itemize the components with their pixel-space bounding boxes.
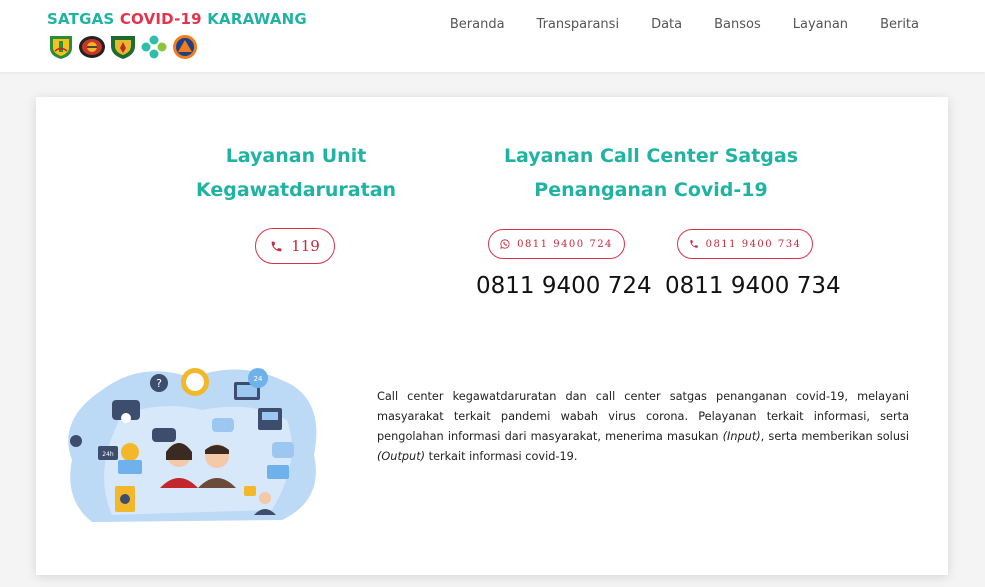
ministry-of-health-logo bbox=[141, 35, 167, 59]
svg-text:?: ? bbox=[156, 377, 162, 390]
main-nav: Beranda Transparansi Data Bansos Layanan… bbox=[450, 17, 919, 32]
whatsapp-button-label: 0811 9400 724 bbox=[517, 238, 613, 250]
karawang-regency-logo bbox=[50, 36, 72, 59]
service-description: Call center kegawatdaruratan dan call ce… bbox=[377, 387, 909, 467]
phone-icon bbox=[689, 240, 698, 248]
nav-layanan[interactable]: Layanan bbox=[793, 17, 848, 32]
nav-data[interactable]: Data bbox=[651, 17, 682, 32]
brand-title-karawang: KARAWANG bbox=[201, 10, 307, 28]
partner-logos bbox=[47, 34, 307, 60]
phone-button-label: 0811 9400 734 bbox=[705, 238, 802, 250]
military-logo bbox=[111, 36, 135, 59]
emergency-service-title: Layanan Unit Kegawatdaruratan bbox=[176, 139, 416, 207]
24h-badge-label: 24h bbox=[102, 451, 114, 458]
whatsapp-icon bbox=[500, 239, 510, 249]
call-center-title-line2: Penanganan Covid-19 bbox=[534, 179, 768, 201]
brand-title-satgas: SATGAS bbox=[47, 10, 120, 28]
bnpb-logo bbox=[173, 35, 197, 59]
emergency-119-label: 119 bbox=[291, 237, 320, 255]
call-center-title-line1: Layanan Call Center Satgas bbox=[503, 145, 799, 167]
nav-beranda[interactable]: Beranda bbox=[450, 17, 505, 32]
brand[interactable]: SATGAS COVID-19 KARAWANG bbox=[47, 10, 307, 60]
call-center-illustration: ? 24 24h bbox=[68, 368, 317, 522]
call-center-number-1: 0811 9400 724 bbox=[476, 273, 652, 299]
phone-icon bbox=[271, 241, 282, 251]
emergency-title-line2: Kegawatdaruratan bbox=[195, 179, 397, 201]
nav-bansos[interactable]: Bansos bbox=[714, 17, 761, 32]
whatsapp-call-center-button[interactable]: 0811 9400 724 bbox=[488, 229, 625, 259]
emergency-119-button[interactable]: 119 bbox=[255, 228, 335, 264]
call-center-title: Layanan Call Center Satgas Penanganan Co… bbox=[476, 139, 826, 207]
description-input-term: (Input) bbox=[722, 430, 761, 443]
brand-title[interactable]: SATGAS COVID-19 KARAWANG bbox=[47, 10, 307, 28]
24-hour-badge-label: 24 bbox=[254, 375, 263, 383]
site-header: SATGAS COVID-19 KARAWANG Beranda Transpa… bbox=[0, 0, 985, 72]
nav-transparansi[interactable]: Transparansi bbox=[537, 17, 620, 32]
phone-call-center-button[interactable]: 0811 9400 734 bbox=[677, 229, 813, 259]
description-output-term: (Output) bbox=[377, 450, 426, 463]
emergency-title-line1: Layanan Unit bbox=[225, 145, 367, 167]
call-center-number-2: 0811 9400 734 bbox=[665, 273, 841, 299]
description-text-3: terkait informasi covid-19. bbox=[425, 450, 578, 463]
services-card: Layanan Unit Kegawatdaruratan Layanan Ca… bbox=[36, 97, 948, 575]
police-logo bbox=[79, 36, 105, 58]
nav-berita[interactable]: Berita bbox=[880, 17, 919, 32]
description-text-2: , serta memberikan solusi bbox=[760, 430, 910, 443]
brand-title-covid: COVID-19 bbox=[119, 10, 202, 28]
